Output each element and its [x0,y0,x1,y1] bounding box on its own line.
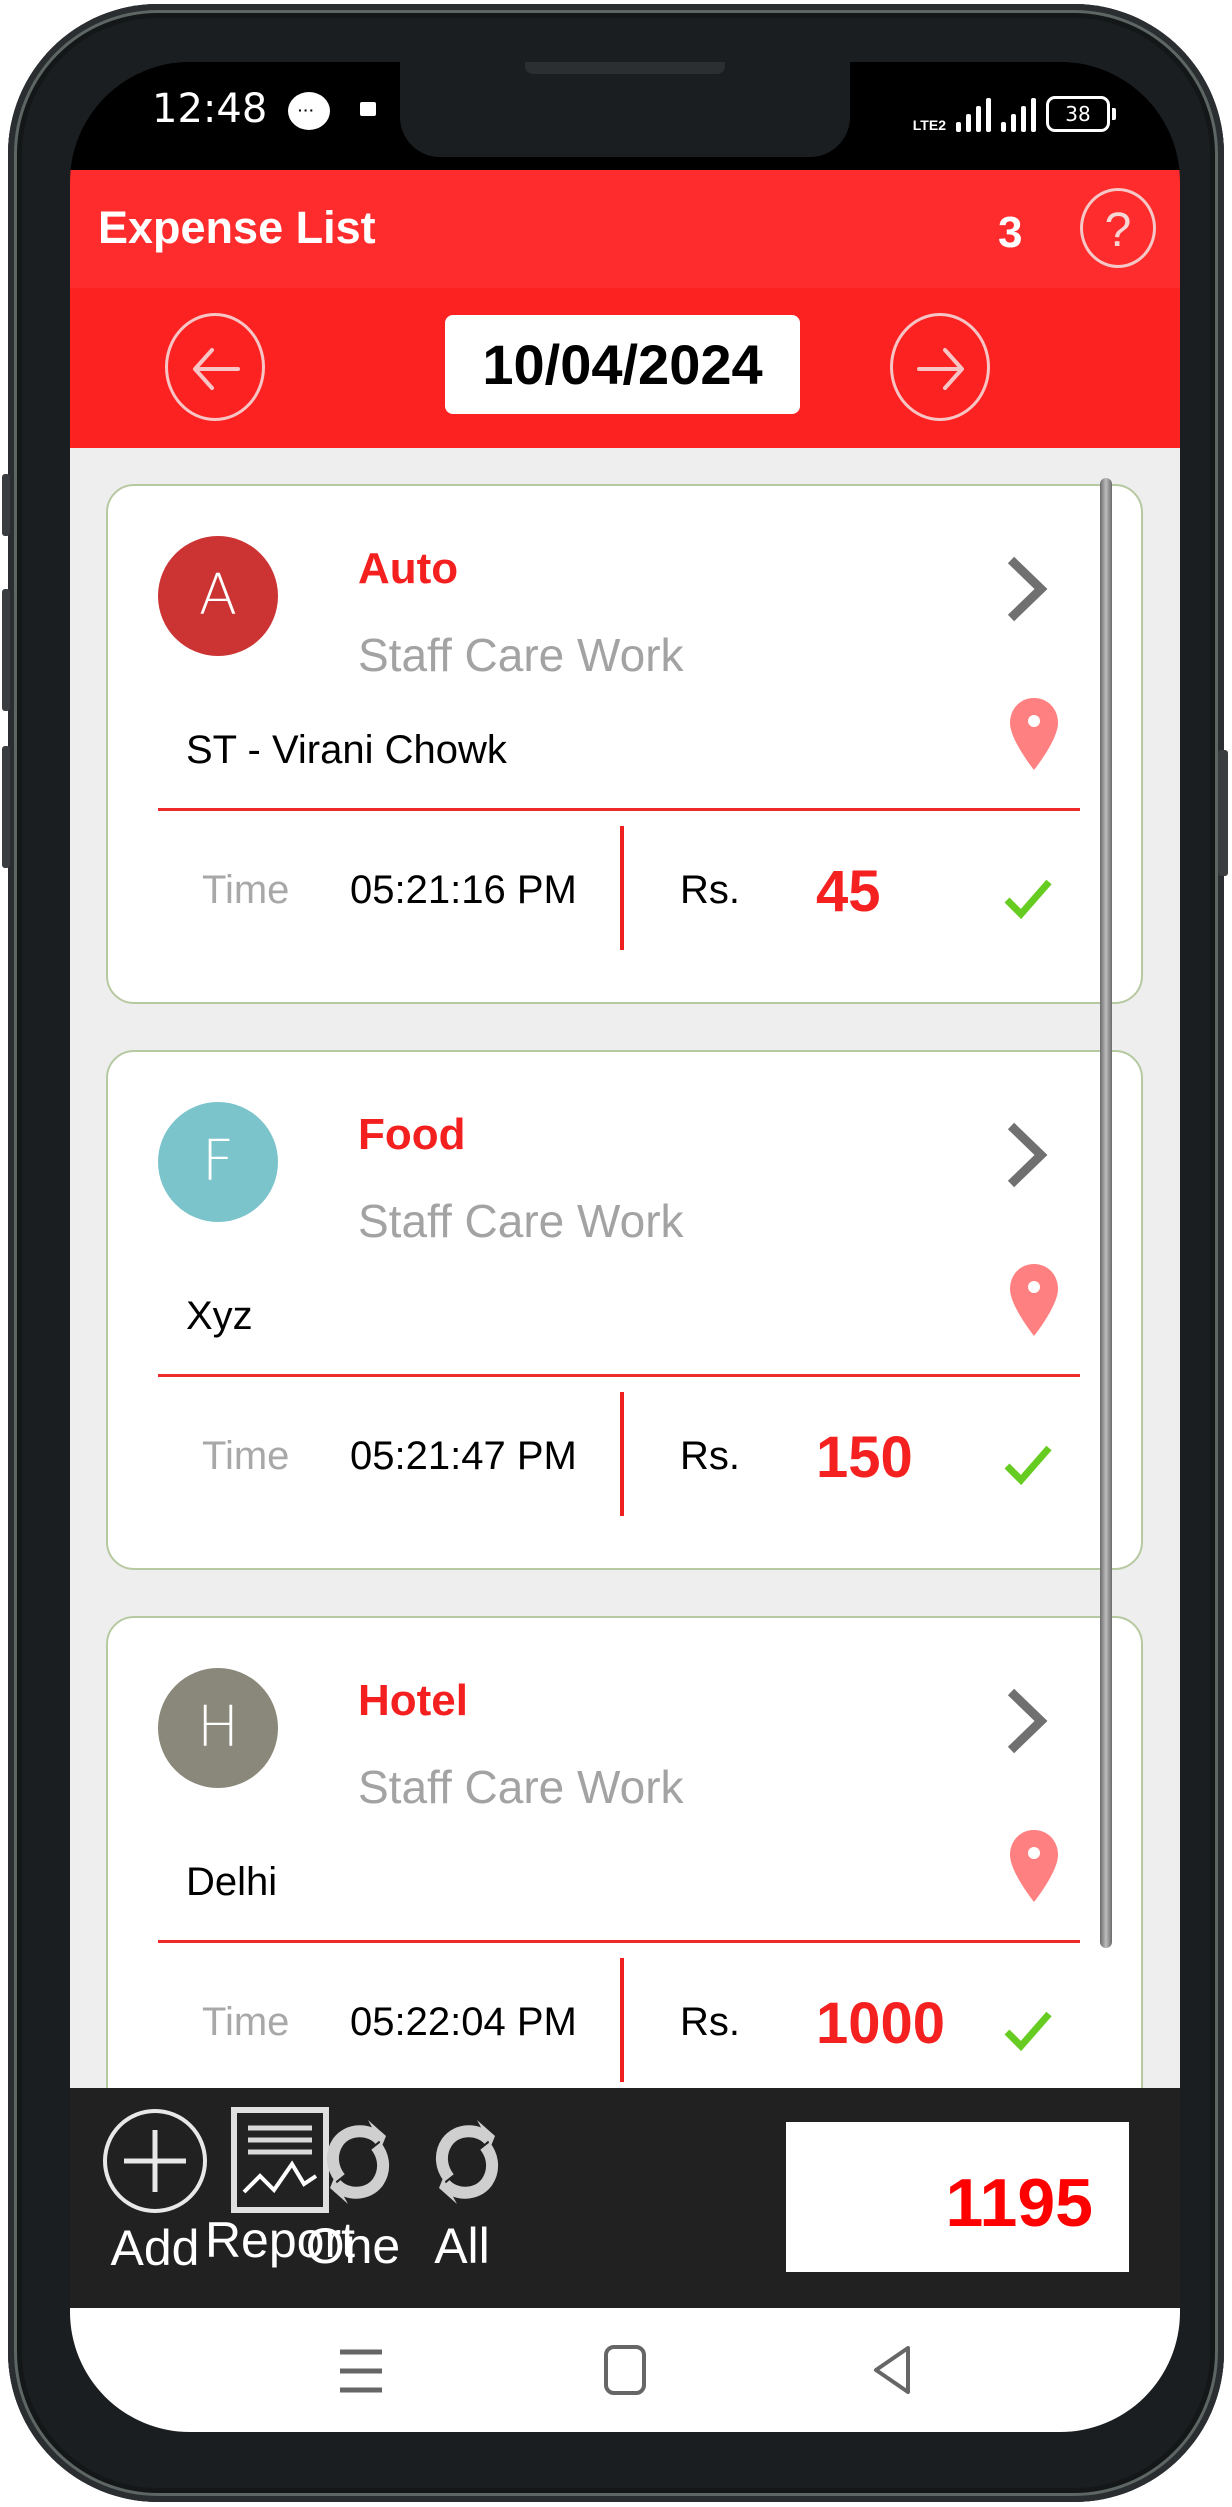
expense-subtitle: Staff Care Work [358,1761,684,1813]
home-icon[interactable] [603,2344,647,2396]
expense-time: 05:21:47 PM [350,1434,577,1478]
sync-icon [436,2120,498,2204]
avatar: A [158,536,278,656]
volume-up-button [2,589,10,711]
sync-all-button[interactable]: All [402,2106,522,2275]
sync-one-label: One [305,2218,401,2274]
screen: 12:48 ··· LTE2 38 Expense List 3 ? 10/04… [70,62,1180,2432]
date-navigator: 10/04/2024 [70,288,1180,448]
currency-label: Rs. [680,868,740,912]
media-icon [360,102,376,116]
location-pin-icon[interactable] [1008,696,1060,772]
battery-icon: 38 [1046,96,1116,132]
expense-place: ST - Virani Chowk [186,728,507,772]
speaker [525,62,725,74]
next-date-button[interactable] [890,313,990,421]
expense-count-badge: 3 [998,208,1023,257]
side-button [2,474,10,536]
page-title: Expense List [98,202,376,253]
recent-apps-icon[interactable] [338,2348,384,2394]
expense-time: 05:21:16 PM [350,868,577,912]
card-divider [158,1940,1080,1943]
arrow-left-icon [193,348,240,390]
expense-category: Hotel [358,1676,468,1725]
check-icon [1004,879,1052,920]
power-button [1218,750,1228,876]
currency-label: Rs. [680,1434,740,1478]
help-icon: ? [1104,204,1132,257]
status-time: 12:48 [152,86,268,132]
chevron-right-icon[interactable] [1003,554,1049,624]
total-amount-box: 1195 [786,2122,1129,2272]
expense-category: Auto [358,544,459,593]
system-nav-bar [70,2308,1180,2432]
card-divider [158,808,1080,811]
avatar: H [158,1668,278,1788]
card-divider [158,1374,1080,1377]
list-scrollbar[interactable] [1100,478,1112,1948]
expense-amount: 1000 [816,1991,946,2056]
column-divider [620,1392,624,1516]
status-bar: 12:48 ··· LTE2 38 [70,62,1180,170]
expense-place: Xyz [186,1294,253,1338]
chevron-right-icon[interactable] [1003,1120,1049,1190]
expense-subtitle: Staff Care Work [358,629,684,681]
location-pin-icon[interactable] [1008,1262,1060,1338]
message-icon: ··· [288,92,330,130]
expense-place: Delhi [186,1860,278,1904]
bottom-toolbar: Add Report One All 1195 [70,2088,1180,2308]
column-divider [620,1958,624,2082]
time-label: Time [202,1434,290,1478]
signal-icon [956,98,991,132]
status-right-icons: LTE2 38 [912,92,1116,133]
app-header: Expense List 3 ? [70,170,1180,288]
expense-subtitle: Staff Care Work [358,1195,684,1247]
time-label: Time [202,868,290,912]
time-label: Time [202,2000,290,2044]
volume-down-button [2,746,10,868]
camera-notch [400,62,850,157]
expense-amount: 45 [816,859,881,924]
arrow-right-icon [917,348,964,390]
help-button[interactable]: ? [1080,188,1156,268]
expense-card[interactable]: F Food Staff Care Work Xyz Time 05:21:47… [106,1050,1143,1570]
expense-category: Food [358,1110,466,1159]
total-amount: 1195 [945,2165,1093,2241]
currency-label: Rs. [680,2000,740,2044]
sync-all-label: All [434,2218,490,2274]
signal-icon [1001,98,1036,132]
check-icon [1004,2011,1052,2052]
date-field[interactable]: 10/04/2024 [445,315,800,414]
sync-one-button[interactable]: One [293,2106,413,2275]
previous-date-button[interactable] [165,313,265,421]
expense-card[interactable]: A Auto Staff Care Work ST - Virani Chowk… [106,484,1143,1004]
column-divider [620,826,624,950]
expense-amount: 150 [816,1425,913,1490]
chevron-right-icon[interactable] [1003,1686,1049,1756]
expense-list: A Auto Staff Care Work ST - Virani Chowk… [70,448,1180,2088]
sync-icon [327,2120,389,2204]
lte-icon: LTE2 [912,117,946,133]
check-icon [1004,1445,1052,1486]
expense-time: 05:22:04 PM [350,2000,577,2044]
expense-card[interactable]: H Hotel Staff Care Work Delhi Time 05:22… [106,1616,1143,2088]
location-pin-icon[interactable] [1008,1828,1060,1904]
avatar: F [158,1102,278,1222]
phone-frame: 12:48 ··· LTE2 38 Expense List 3 ? 10/04… [2,4,1228,2502]
back-icon[interactable] [870,2344,914,2396]
